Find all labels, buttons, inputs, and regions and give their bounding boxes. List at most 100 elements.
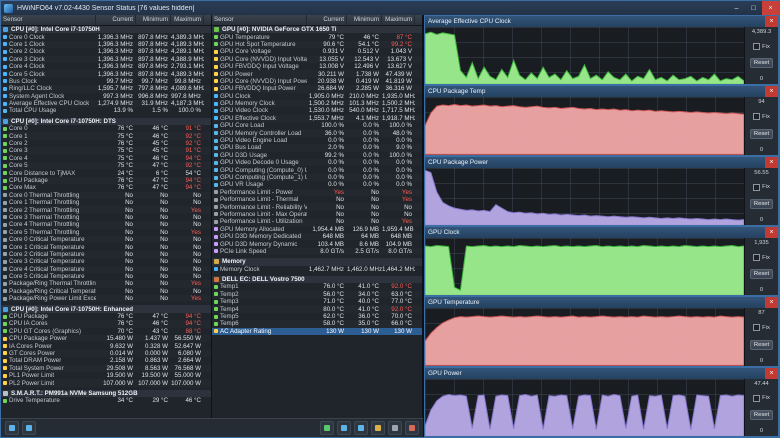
sensor-row[interactable]: Core 3 Critical Temperature No No No bbox=[1, 258, 211, 266]
minimize-button[interactable]: – bbox=[728, 1, 745, 15]
columns-icon[interactable] bbox=[337, 421, 351, 435]
sensor-row[interactable]: GPU D3D Usage 99.2 % 0.0 % 100.0 % bbox=[212, 151, 422, 160]
graph-titlebar[interactable]: CPU Package Power × bbox=[425, 156, 778, 168]
section-header[interactable]: CPU [#0]: Intel Core i7-10750H: DTS bbox=[1, 117, 211, 126]
sensor-row[interactable]: GPU Core (NVVDD) Input Power 20.938 W 0.41… bbox=[212, 77, 422, 86]
column-header-minimum[interactable]: Minimum bbox=[347, 15, 382, 25]
sensor-row[interactable]: Temp4 80.0 °C 41.0 °C 92.0 °C bbox=[212, 305, 422, 313]
sensor-row[interactable]: GPU Clock 1,905.0 MHz 210.0 MHz 1,935.0 MHz bbox=[212, 92, 422, 100]
sensor-row[interactable]: GT Cores Power 0.014 W 0.000 W 6.080 W bbox=[1, 349, 211, 358]
sensor-row[interactable]: Core 5 Clock 1,396.3 MHz 897.8 MHz 4,389.3 … bbox=[1, 70, 211, 78]
sensor-row[interactable]: Temp6 58.0 °C 35.0 °C 66.0 °C bbox=[212, 320, 422, 328]
sensor-row[interactable]: Drive Temperature 34 °C 29 °C 46 °C bbox=[1, 397, 211, 405]
sensor-row[interactable]: Core 1 75 °C 46 °C 92 °C bbox=[1, 132, 211, 140]
close-icon[interactable]: × bbox=[765, 16, 778, 27]
graph-titlebar[interactable]: GPU Clock × bbox=[425, 226, 778, 238]
reset-button[interactable]: Reset bbox=[749, 409, 774, 420]
close-icon[interactable]: × bbox=[765, 367, 778, 379]
sensor-row[interactable]: Performance Limit - Reliability Voltage N… bbox=[212, 203, 422, 211]
column-header-sensor[interactable]: Sensor bbox=[212, 15, 307, 25]
pin-icon[interactable] bbox=[405, 421, 419, 435]
checkbox-icon[interactable] bbox=[753, 183, 761, 191]
sensor-row[interactable]: Average Effective CPU Clock 1,274.9 MHz 31… bbox=[1, 99, 211, 108]
sensor-row[interactable]: CPU GT Cores (Graphics) 70 °C 43 °C 88 °C bbox=[1, 327, 211, 336]
fix-checkbox[interactable]: Fix bbox=[753, 254, 770, 262]
fix-checkbox[interactable]: Fix bbox=[753, 324, 770, 332]
sensor-row[interactable]: Total DRAM Power 2.158 W 0.863 W 2.664 W bbox=[1, 357, 211, 365]
sensor-row[interactable]: GPU Effective Clock 1,553.7 MHz 4.1 MHz 1,9… bbox=[212, 114, 422, 123]
sensor-row[interactable]: GPU D3D Memory Dedicated 648 MB 64 MB 648 M… bbox=[212, 232, 422, 241]
checkbox-icon[interactable] bbox=[753, 254, 761, 262]
sensor-row[interactable]: GPU Temperature 79 °C 46 °C 87 °C bbox=[212, 33, 422, 41]
sensor-row[interactable]: PL2 Power Limit 107.000 W 107.000 W 107.000… bbox=[1, 379, 211, 387]
sensor-row[interactable]: Temp3 71.0 °C 40.0 °C 77.0 °C bbox=[212, 298, 422, 306]
sensor-row[interactable]: GPU Memory Clock 1,500.2 MHz 101.3 MHz 1,50… bbox=[212, 99, 422, 108]
sensor-row[interactable]: CPU IA Cores 76 °C 46 °C 94 °C bbox=[1, 320, 211, 328]
sensor-row[interactable]: GPU Power 30.211 W 1.738 W 47.439 W bbox=[212, 70, 422, 78]
column-header-sensor[interactable]: Sensor bbox=[1, 15, 96, 25]
close-button[interactable]: × bbox=[762, 1, 779, 15]
sensor-row[interactable]: Bus Clock 99.7 MHz 99.7 MHz 99.8 MHz bbox=[1, 77, 211, 86]
sensor-row[interactable]: System Agent Clock 997.3 MHz 996.8 MHz 997.… bbox=[1, 92, 211, 100]
sensor-row[interactable]: Core 0 Clock 1,396.3 MHz 897.8 MHz 4,389.3 … bbox=[1, 33, 211, 41]
sensor-row[interactable]: Core 4 Critical Temperature No No No bbox=[1, 265, 211, 273]
sensor-row[interactable]: GPU FBVDDQ Input Voltage 13.008 V 12.496 V… bbox=[212, 62, 422, 71]
section-header[interactable]: S.M.A.R.T.: PM991a NVMe Samsung 512GB bbox=[1, 389, 211, 398]
reset-button[interactable]: Reset bbox=[749, 198, 774, 209]
sensor-row[interactable]: GPU Core (NVVDD) Input Voltage 13.055 V 12… bbox=[212, 55, 422, 63]
close-icon[interactable]: × bbox=[765, 297, 778, 309]
sensor-row[interactable]: AC Adapter Rating 130 W 130 W 130 W bbox=[212, 327, 422, 336]
column-header-minimum[interactable]: Minimum bbox=[136, 15, 171, 25]
sensor-row[interactable]: GPU Memory Controller Load 36.0 % 0.0 % 48.… bbox=[212, 129, 422, 137]
sensor-row[interactable]: Core 4 75 °C 46 °C 94 °C bbox=[1, 154, 211, 163]
fix-checkbox[interactable]: Fix bbox=[753, 43, 770, 51]
graph-titlebar[interactable]: GPU Temperature × bbox=[425, 297, 778, 309]
sensor-row[interactable]: GPU Hot Spot Temperature 90.6 °C 54.1 °C 99… bbox=[212, 40, 422, 49]
section-header[interactable]: DELL EC: DELL Vostro 7500 bbox=[212, 275, 422, 284]
sensor-row[interactable]: GPU Video Engine Load 0.0 % 0.0 % 0.0 % bbox=[212, 136, 422, 145]
sensor-row[interactable]: Ring/LLC Clock 1,595.7 MHz 797.8 MHz 4,089.… bbox=[1, 85, 211, 93]
sensor-row[interactable]: Package/Ring Power Limit Exceeded No No Yes bbox=[1, 295, 211, 303]
sensor-row[interactable]: Performance Limit - Utilization No No Yes bbox=[212, 218, 422, 226]
sensor-row[interactable]: Total CPU Usage 13.9 % 1.5 % 100.0 % bbox=[1, 107, 211, 115]
sensor-row[interactable]: Temp5 62.0 °C 36.0 °C 70.0 °C bbox=[212, 312, 422, 321]
sensor-row[interactable]: Core 3 Thermal Throttling No No No bbox=[1, 213, 211, 222]
sensor-row[interactable]: Memory Clock 1,462.7 MHz 1,462.0 MHz 1,464.… bbox=[212, 265, 422, 273]
sensor-row[interactable]: Core 0 76 °C 46 °C 91 °C bbox=[1, 125, 211, 133]
sensor-row[interactable]: Core 1 Thermal Throttling No No No bbox=[1, 198, 211, 207]
sensor-row[interactable]: GPU Core Voltage 0.931 V 0.512 V 1.043 V bbox=[212, 48, 422, 56]
sensor-row[interactable]: CPU Package Power 15.480 W 1.437 W 56.550 W bbox=[1, 335, 211, 343]
sensor-row[interactable]: GPU Bus Load 2.0 % 0.0 % 9.0 % bbox=[212, 144, 422, 152]
column-header-maximum[interactable]: Maximum bbox=[171, 15, 204, 25]
graph-titlebar[interactable]: Average Effective CPU Clock × bbox=[425, 16, 778, 27]
graph-icon[interactable] bbox=[320, 421, 334, 435]
column-header-maximum[interactable]: Maximum bbox=[382, 15, 415, 25]
sensor-row[interactable]: GPU VR Usage 0.0 % 0.0 % 0.0 % bbox=[212, 181, 422, 189]
checkbox-icon[interactable] bbox=[753, 43, 761, 51]
close-icon[interactable]: × bbox=[765, 226, 778, 238]
sensor-row[interactable]: Core Distance to TjMAX 24 °C 6 °C 54 °C bbox=[1, 169, 211, 177]
monitor-add-icon[interactable] bbox=[22, 421, 36, 435]
sensor-row[interactable]: GPU Video Clock 1,530.0 MHz 540.0 MHz 1,717… bbox=[212, 107, 422, 115]
checkbox-icon[interactable] bbox=[753, 394, 761, 402]
column-header-current[interactable]: Current bbox=[96, 15, 136, 25]
sensor-row[interactable]: Total System Power 29.508 W 8.563 W 76.568 … bbox=[1, 364, 211, 372]
sensor-row[interactable]: GPU D3D Memory Dynamic 103.4 MB 8.6 MB 104.… bbox=[212, 240, 422, 248]
sensor-row[interactable]: GPU Core Load 100.0 % 0.0 % 100.0 % bbox=[212, 122, 422, 130]
sensor-row[interactable]: Core 4 Clock 1,396.3 MHz 897.8 MHz 2,793.1 … bbox=[1, 62, 211, 71]
sensor-row[interactable]: GPU Video Decode 0 Usage 0.0 % 0.0 % 0.0 % bbox=[212, 159, 422, 167]
close-icon[interactable]: × bbox=[765, 156, 778, 168]
graph-titlebar[interactable]: CPU Package Temp × bbox=[425, 86, 778, 98]
sensor-row[interactable]: Package/Ring Critical Temperature No No No bbox=[1, 287, 211, 296]
sensor-row[interactable]: Core 3 75 °C 45 °C 91 °C bbox=[1, 147, 211, 155]
fix-checkbox[interactable]: Fix bbox=[753, 113, 770, 121]
sensor-row[interactable]: Core 0 Critical Temperature No No No bbox=[1, 235, 211, 244]
sensor-row[interactable]: Core 5 75 °C 47 °C 92 °C bbox=[1, 162, 211, 170]
checkbox-icon[interactable] bbox=[753, 324, 761, 332]
reset-button[interactable]: Reset bbox=[749, 339, 774, 350]
reset-button[interactable]: Reset bbox=[749, 128, 774, 139]
sensor-row[interactable]: Core 4 Thermal Throttling No No No bbox=[1, 221, 211, 229]
sensor-row[interactable]: Core 2 Clock 1,396.3 MHz 897.8 MHz 4,289.1 … bbox=[1, 48, 211, 56]
column-header-current[interactable]: Current bbox=[307, 15, 347, 25]
close-icon[interactable]: × bbox=[765, 86, 778, 98]
